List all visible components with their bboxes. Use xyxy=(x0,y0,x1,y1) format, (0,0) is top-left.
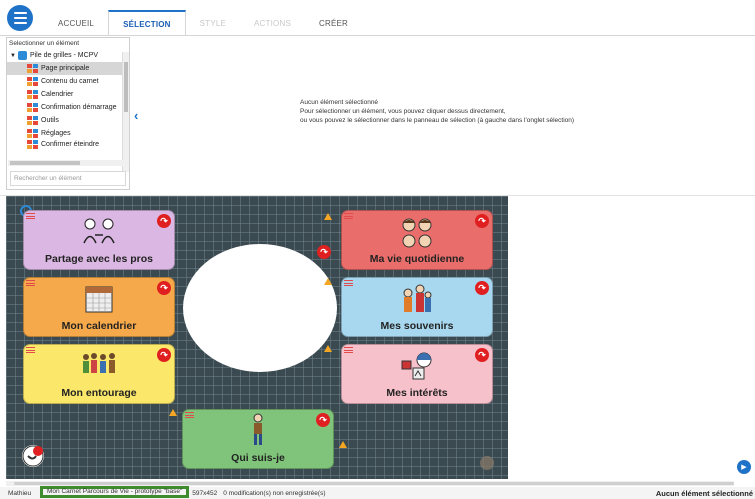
warning-icon xyxy=(339,441,347,448)
status-user: Mathieu xyxy=(8,489,32,497)
menu-lines-icon xyxy=(26,347,35,353)
memories-people-icon xyxy=(403,284,432,312)
collapse-panel-chevron-icon[interactable]: ‹ xyxy=(134,108,138,123)
status-dimensions: 597x452 xyxy=(192,489,218,497)
cell-mes-souvenirs[interactable]: ↷ Mes souvenirs xyxy=(341,277,493,337)
tree-item-label: Confirmer éteindre xyxy=(41,141,99,148)
warning-icon xyxy=(324,213,332,220)
family-group-icon xyxy=(83,353,115,373)
tree-item-confirmer-eteindre[interactable]: Confirmer éteindre xyxy=(7,140,129,149)
menu-button[interactable] xyxy=(7,5,33,31)
grid-icon xyxy=(27,116,38,125)
tree-root-label: Pile de grilles - MCPV xyxy=(29,52,99,59)
menu-lines-icon xyxy=(344,213,353,219)
cell-mon-calendrier[interactable]: ↷ Mon calendrier xyxy=(23,277,175,337)
redo-arrow-icon[interactable]: ↷ xyxy=(475,214,489,228)
cell-label: Mes souvenirs xyxy=(380,320,454,332)
redo-arrow-icon[interactable]: ↷ xyxy=(157,214,171,228)
cell-label: Mes intérêts xyxy=(386,387,448,399)
people-sharing-icon xyxy=(83,218,115,244)
tree-scrollbar-vertical[interactable] xyxy=(122,52,129,172)
no-selection-info: Aucun élément sélectionné Pour sélection… xyxy=(300,98,574,125)
grid-icon xyxy=(27,90,38,99)
tree-item-page-principale[interactable]: Page principale xyxy=(7,62,129,75)
tree-header: Selectionner un élément xyxy=(9,40,80,47)
grey-handle-icon[interactable] xyxy=(480,456,494,470)
status-modifications: 0 modification(s) non enregistrée(s) xyxy=(223,489,326,497)
selection-tree-panel: Selectionner un élément ▼ Pile de grille… xyxy=(6,37,130,190)
menu-lines-icon xyxy=(344,280,353,286)
tree-item-label: Contenu du carnet xyxy=(41,78,99,85)
grid-icon xyxy=(27,129,38,138)
right-empty-area xyxy=(508,196,755,479)
tree-item-reglages[interactable]: Réglages xyxy=(7,127,129,140)
cell-ma-vie-quotidienne[interactable]: ↷ Ma vie quotidienne xyxy=(341,210,493,270)
tree-item-label: Confirmation démarrage xyxy=(41,104,117,111)
tree-item-contenu-du-carnet[interactable]: Contenu du carnet xyxy=(7,75,129,88)
cell-qui-suis-je[interactable]: ↷ Qui suis-je xyxy=(182,409,334,469)
grid-canvas[interactable]: ↷ Partage avec les pros ↷ Mon calendrier… xyxy=(6,196,508,479)
status-bar: Mathieu Mon Carnet Parcours de Vie - pro… xyxy=(0,485,755,499)
tab-style[interactable]: STYLE xyxy=(186,10,240,36)
menu-lines-icon xyxy=(26,213,35,219)
grid-icon xyxy=(27,140,38,149)
redo-arrow-icon[interactable]: ↷ xyxy=(316,413,330,427)
tree-item-label: Calendrier xyxy=(41,91,74,98)
cell-mes-interets[interactable]: ↷ Mes intérêts xyxy=(341,344,493,404)
redo-arrow-icon[interactable]: ↷ xyxy=(317,245,331,259)
tree-item-label: Page principale xyxy=(41,65,90,72)
grid-icon xyxy=(27,64,38,73)
tree-scrollbar-horizontal[interactable] xyxy=(8,160,123,166)
redo-arrow-icon[interactable]: ↷ xyxy=(157,348,171,362)
status-selection: Aucun élément sélectionné xyxy=(655,488,753,498)
menu-lines-icon xyxy=(344,347,353,353)
tree-item-confirmation-demarrage[interactable]: Confirmation démarrage xyxy=(7,101,129,114)
interests-icon xyxy=(401,352,432,380)
warning-icon xyxy=(324,345,332,352)
info-line-2: Pour sélectionner un élément, vous pouve… xyxy=(300,108,506,115)
cell-mon-entourage[interactable]: ↷ Mon entourage xyxy=(23,344,175,404)
app-logo-icon xyxy=(22,445,44,467)
cell-label: Qui suis-je xyxy=(231,452,285,464)
cell-label: Mon entourage xyxy=(61,387,137,399)
grid-stack-icon xyxy=(17,51,27,60)
menu-lines-icon xyxy=(185,412,194,418)
tab-creer[interactable]: CRÉER xyxy=(305,10,362,36)
cell-label: Ma vie quotidienne xyxy=(369,253,465,265)
grid-icon xyxy=(27,77,38,86)
daily-life-icon xyxy=(402,218,432,248)
cell-partage-avec-les-pros[interactable]: ↷ Partage avec les pros xyxy=(23,210,175,270)
expand-triangle-icon[interactable]: ▼ xyxy=(10,53,16,59)
calendar-icon xyxy=(85,286,113,313)
redo-arrow-icon[interactable]: ↷ xyxy=(157,281,171,295)
tab-actions[interactable]: ACTIONS xyxy=(240,10,305,36)
redo-arrow-icon[interactable]: ↷ xyxy=(475,281,489,295)
warning-icon xyxy=(169,409,177,416)
ribbon-tabs: ACCUEIL SÉLECTION STYLE ACTIONS CRÉER xyxy=(44,10,362,36)
warning-icon xyxy=(324,278,332,285)
tree-item-calendrier[interactable]: Calendrier xyxy=(7,88,129,101)
redo-arrow-icon[interactable]: ↷ xyxy=(475,348,489,362)
grid-icon xyxy=(27,103,38,112)
tab-selection[interactable]: SÉLECTION xyxy=(108,10,186,36)
tree-item-outils[interactable]: Outils xyxy=(7,114,129,127)
tree-item-label: Réglages xyxy=(41,130,71,137)
tree-root-item[interactable]: ▼ Pile de grilles - MCPV xyxy=(7,49,129,62)
cell-label: Mon calendrier xyxy=(61,320,137,332)
menu-lines-icon xyxy=(26,280,35,286)
status-project-name: Mon Carnet Parcours de Vie - prototype "… xyxy=(40,485,190,498)
center-empty-cell[interactable] xyxy=(183,244,337,372)
info-line-1: Aucun élément sélectionné xyxy=(300,99,379,106)
tab-accueil[interactable]: ACCUEIL xyxy=(44,10,108,36)
tree-item-label: Outils xyxy=(41,117,59,124)
cell-label: Partage avec les pros xyxy=(45,253,153,265)
play-icon[interactable]: ▶ xyxy=(737,460,751,474)
tree-search-input[interactable]: Rechercher un élément xyxy=(10,171,126,186)
info-line-3: ou vous pouvez le sélectionner dans le p… xyxy=(300,117,575,124)
person-icon xyxy=(253,413,263,445)
ribbon-divider xyxy=(0,35,755,36)
